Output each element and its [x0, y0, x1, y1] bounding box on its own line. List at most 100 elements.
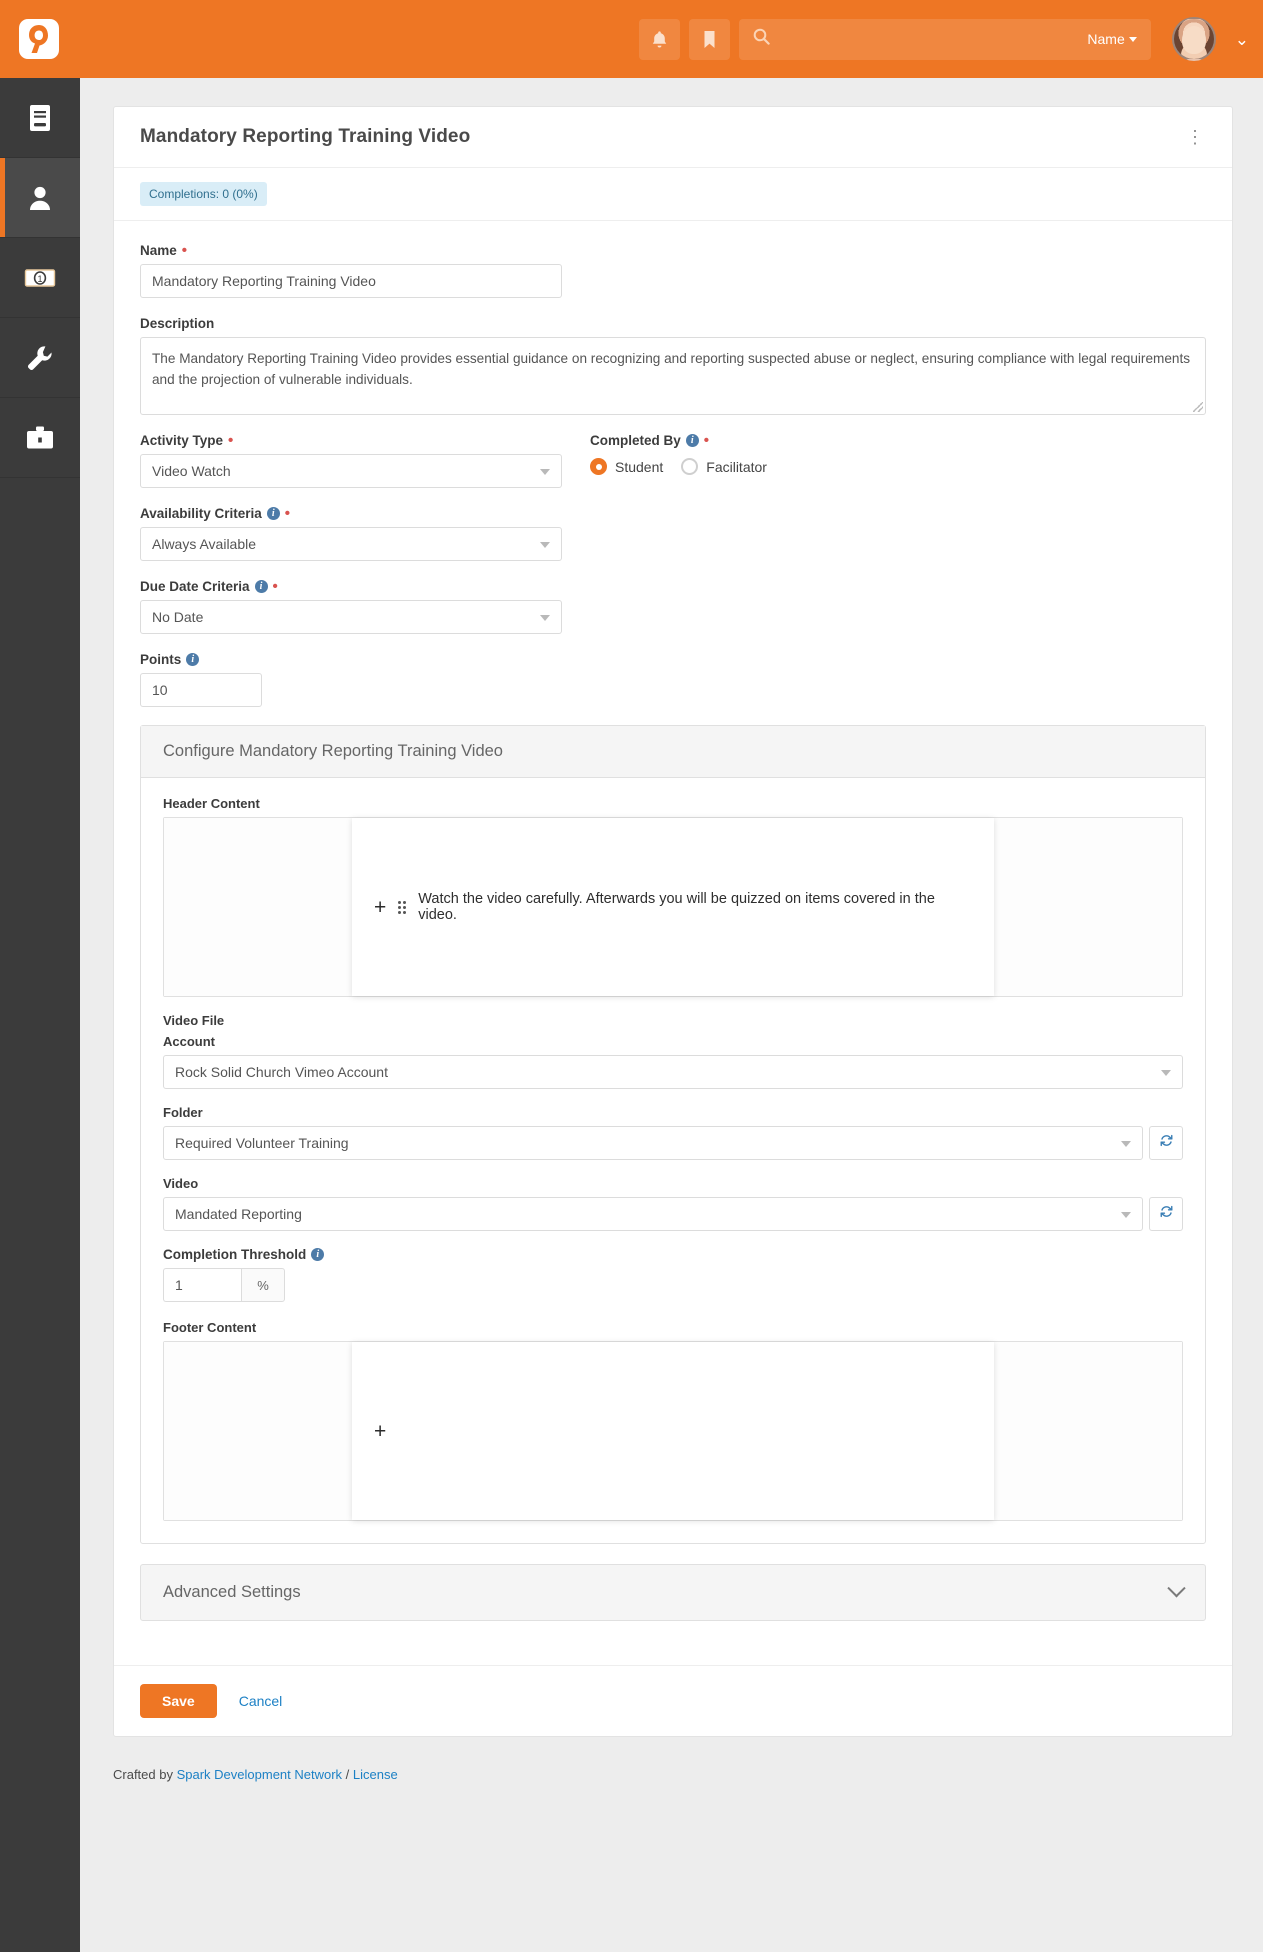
completion-threshold-field-group: Completion Threshold i 1 % — [163, 1247, 1183, 1302]
activity-detail-panel: Mandatory Reporting Training Video ⋮ Com… — [113, 106, 1233, 1737]
chevron-down-icon — [540, 615, 550, 621]
folder-refresh-button[interactable] — [1149, 1126, 1183, 1160]
due-date-criteria-select[interactable]: No Date — [140, 600, 562, 634]
account-value: Rock Solid Church Vimeo Account — [163, 1055, 1183, 1089]
bell-icon — [651, 30, 668, 49]
chevron-down-icon — [1121, 1212, 1131, 1218]
notifications-button[interactable] — [638, 18, 680, 60]
video-select[interactable]: Mandated Reporting — [163, 1197, 1143, 1231]
activity-type-value: Video Watch — [140, 454, 562, 488]
status-badge: Completions: 0 (0%) — [140, 182, 267, 206]
panel-footer-actions: Save Cancel — [114, 1665, 1232, 1736]
person-icon — [26, 183, 54, 213]
sidebar-item-admin[interactable] — [0, 318, 80, 398]
main-content: Mandatory Reporting Training Video ⋮ Com… — [80, 78, 1263, 1802]
video-file-label: Video File — [163, 1013, 225, 1028]
folder-select[interactable]: Required Volunteer Training — [163, 1126, 1143, 1160]
header-content-block[interactable]: + Watch the video carefully. Afterwards … — [352, 818, 994, 996]
license-link[interactable]: License — [353, 1767, 398, 1782]
account-select[interactable]: Rock Solid Church Vimeo Account — [163, 1055, 1183, 1089]
availability-criteria-select[interactable]: Always Available — [140, 527, 562, 561]
page-title: Mandatory Reporting Training Video — [140, 126, 471, 147]
advanced-settings-toggle[interactable]: Advanced Settings — [140, 1564, 1206, 1621]
sidebar-item-finance[interactable]: 1 — [0, 238, 80, 318]
chevron-down-icon — [1128, 36, 1137, 42]
global-search[interactable]: Name — [738, 18, 1151, 60]
radio-student-label: Student — [615, 458, 664, 475]
search-scope-dropdown[interactable]: Name — [1087, 31, 1137, 47]
description-textarea[interactable]: The Mandatory Reporting Training Video p… — [140, 337, 1206, 415]
name-field-group: Name • Mandatory Reporting Training Vide… — [140, 243, 1206, 298]
radio-student[interactable]: Student — [590, 458, 663, 475]
info-icon[interactable]: i — [266, 507, 280, 520]
footer-prefix: Crafted by — [113, 1767, 177, 1782]
chevron-down-icon — [540, 542, 550, 548]
completion-threshold-input[interactable]: 1 — [163, 1268, 241, 1302]
points-field-group: Points i 10 — [140, 652, 1206, 707]
plus-icon[interactable]: + — [374, 897, 386, 918]
due-date-criteria-value: No Date — [140, 600, 562, 634]
activity-type-field-group: Activity Type • Video Watch — [140, 433, 562, 506]
sidebar-item-cms[interactable] — [0, 78, 80, 158]
footer-content-block[interactable]: + — [352, 1342, 994, 1520]
drag-handle-icon[interactable] — [398, 900, 407, 914]
points-input[interactable]: 10 — [140, 673, 262, 707]
info-icon[interactable]: i — [311, 1248, 325, 1261]
user-menu-chevron-down-icon[interactable]: ⌄ — [1235, 31, 1249, 48]
save-button[interactable]: Save — [140, 1684, 217, 1718]
advanced-settings-title: Advanced Settings — [163, 1583, 301, 1601]
configure-section: Configure Mandatory Reporting Training V… — [140, 725, 1206, 1544]
folder-field-group: Folder Required Volunteer Training — [163, 1105, 1183, 1160]
rock-logo[interactable] — [0, 0, 78, 78]
page-footer: Crafted by Spark Development Network / L… — [80, 1737, 1263, 1802]
chevron-down-icon — [1167, 1579, 1186, 1598]
folder-label: Folder — [163, 1105, 203, 1120]
left-sidebar: 1 — [0, 78, 80, 1952]
sidebar-item-tools[interactable] — [0, 398, 80, 478]
due-date-criteria-label: Due Date Criteria i • — [140, 578, 278, 595]
bookmarks-button[interactable] — [688, 18, 730, 60]
folder-value: Required Volunteer Training — [163, 1126, 1143, 1160]
video-refresh-button[interactable] — [1149, 1197, 1183, 1231]
plus-icon[interactable]: + — [374, 1421, 386, 1442]
cancel-button[interactable]: Cancel — [239, 1693, 283, 1709]
avatar[interactable] — [1171, 17, 1216, 61]
info-icon[interactable]: i — [685, 434, 699, 447]
info-icon[interactable]: i — [186, 653, 200, 666]
due-date-criteria-field-group: Due Date Criteria i • No Date — [140, 579, 1206, 634]
money-icon: 1 — [24, 267, 56, 289]
briefcase-icon — [25, 425, 55, 451]
completion-threshold-label: Completion Threshold i — [163, 1247, 1183, 1262]
availability-criteria-field-group: Availability Criteria i • Always Availab… — [140, 506, 1206, 561]
resize-handle-icon[interactable] — [1193, 402, 1203, 412]
chevron-down-icon — [1161, 1070, 1171, 1076]
panel-overflow-menu-button[interactable]: ⋮ — [1182, 128, 1208, 145]
name-input[interactable]: Mandatory Reporting Training Video — [140, 264, 562, 298]
panel-labels-row: Completions: 0 (0%) — [114, 168, 1232, 221]
completed-by-label: Completed By i • — [590, 432, 710, 449]
search-scope-label: Name — [1087, 31, 1125, 47]
activity-row: Activity Type • Video Watch Completed By… — [140, 433, 1206, 506]
svg-text:1: 1 — [37, 274, 42, 284]
wrench-icon — [26, 344, 54, 372]
header-content-canvas: + Watch the video carefully. Afterwards … — [164, 818, 1182, 996]
radio-dot-icon — [590, 458, 607, 475]
availability-criteria-label: Availability Criteria i • — [140, 505, 291, 522]
sidebar-item-people[interactable] — [0, 158, 80, 238]
info-icon[interactable]: i — [254, 580, 268, 593]
header-content-text: Watch the video carefully. Afterwards yo… — [418, 891, 935, 923]
radio-facilitator[interactable]: Facilitator — [681, 458, 767, 475]
footer-separator: / — [342, 1767, 353, 1782]
header-content-editor[interactable]: + Watch the video carefully. Afterwards … — [163, 817, 1183, 997]
completed-by-field-group: Completed By i • Student Facilitator — [590, 433, 767, 506]
configure-section-body: Header Content + Watch the video careful… — [141, 778, 1205, 1543]
availability-criteria-value: Always Available — [140, 527, 562, 561]
book-icon — [26, 103, 54, 133]
activity-type-select[interactable]: Video Watch — [140, 454, 562, 488]
chevron-down-icon — [1121, 1141, 1131, 1147]
chevron-down-icon — [540, 469, 550, 475]
configure-section-title: Configure Mandatory Reporting Training V… — [141, 726, 1205, 778]
spark-development-network-link[interactable]: Spark Development Network — [177, 1767, 342, 1782]
points-label: Points i — [140, 652, 1206, 667]
footer-content-editor[interactable]: + — [163, 1341, 1183, 1521]
